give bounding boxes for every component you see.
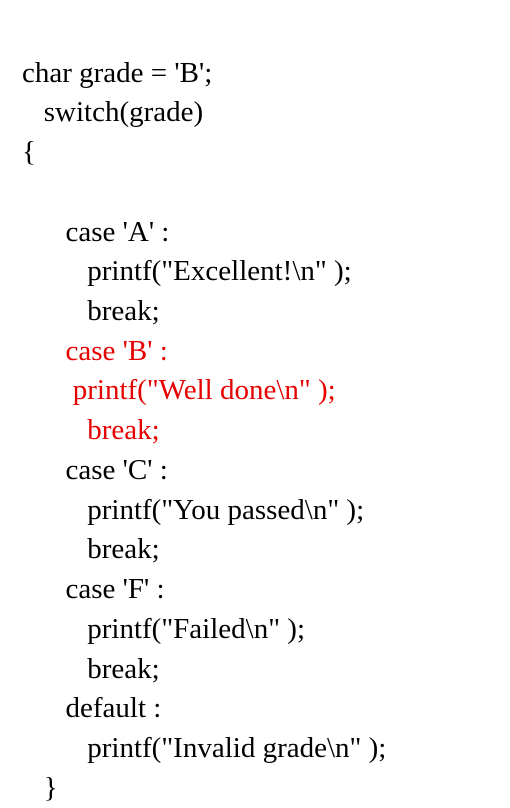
code-line-17: default : xyxy=(22,692,161,724)
code-line-6: printf("Excellent!\n" ); xyxy=(22,255,352,287)
code-line-19: } xyxy=(22,772,58,804)
code-line-8-highlighted: case 'B' : xyxy=(22,335,168,367)
code-line-3: { xyxy=(22,136,36,168)
code-line-16: break; xyxy=(22,653,160,685)
code-line-9-highlighted: printf("Well done\n" ); xyxy=(22,374,336,406)
code-line-12: printf("You passed\n" ); xyxy=(22,494,364,526)
code-line-11: case 'C' : xyxy=(22,454,168,486)
code-line-10-highlighted: break; xyxy=(22,414,160,446)
code-line-5: case 'A' : xyxy=(22,216,169,248)
code-line-15: printf("Failed\n" ); xyxy=(22,613,305,645)
code-line-1: char grade = 'B'; xyxy=(22,57,212,89)
code-line-13: break; xyxy=(22,533,160,565)
code-line-18: printf("Invalid grade\n" ); xyxy=(22,732,386,764)
code-line-14: case 'F' : xyxy=(22,573,165,605)
code-line-7: break; xyxy=(22,295,160,327)
code-listing: char grade = 'B'; switch(grade) { case '… xyxy=(22,14,510,808)
code-line-2: switch(grade) xyxy=(22,96,203,128)
